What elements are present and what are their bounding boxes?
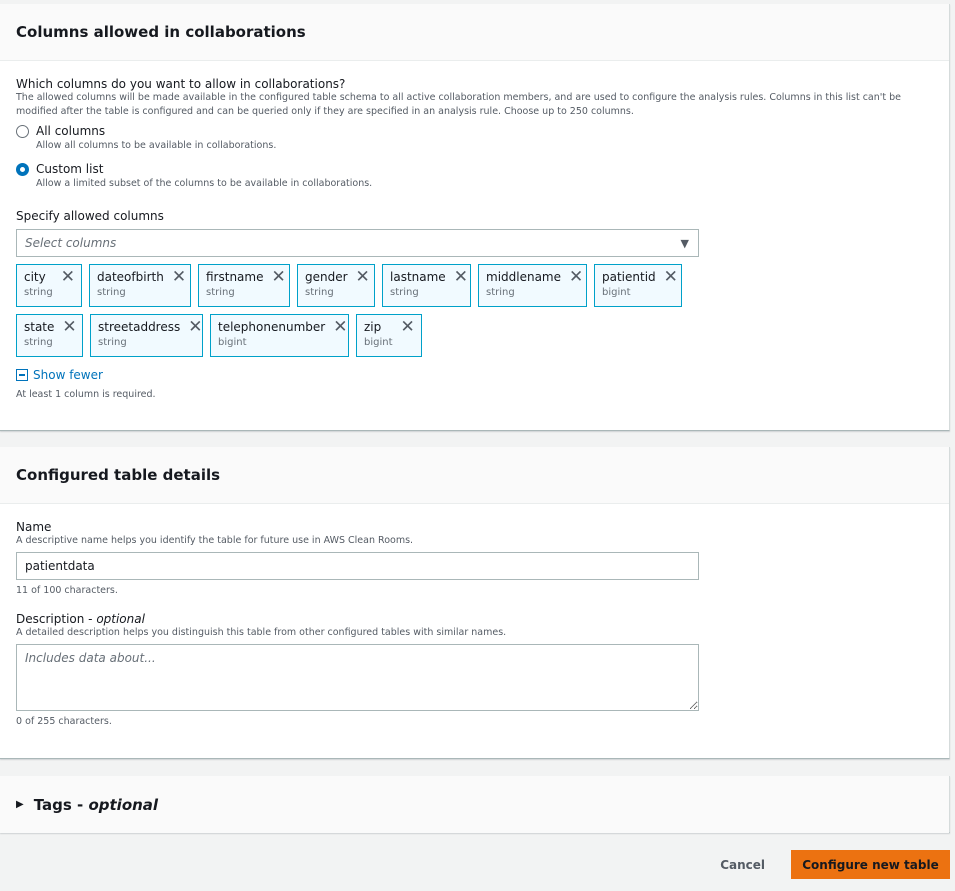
token-type: bigint xyxy=(364,337,393,348)
columns-panel-header: Columns allowed in collaborations xyxy=(0,4,949,61)
remove-lastname-close-icon[interactable]: ✕ xyxy=(454,269,468,286)
column-token-list: city string ✕ dateofbirth string ✕ firstna… xyxy=(16,264,706,364)
remove-patientid-close-icon[interactable]: ✕ xyxy=(664,269,678,286)
description-desc: A detailed description helps you disting… xyxy=(16,627,507,638)
token-type: string xyxy=(24,287,53,298)
token-name: dateofbirth xyxy=(97,270,164,284)
token-name: city xyxy=(24,270,46,284)
token-name: zip xyxy=(364,320,382,334)
column-token-middlename: middlename string ✕ xyxy=(478,264,587,307)
token-name: gender xyxy=(305,270,348,284)
radio-all-columns-label: All columns xyxy=(36,124,106,138)
details-panel-body: Name A descriptive name helps you identi… xyxy=(0,504,949,729)
specify-columns-label: Specify allowed columns xyxy=(16,209,164,223)
token-name: telephonenumber xyxy=(218,320,326,334)
column-token-lastname: lastname string ✕ xyxy=(382,264,471,307)
column-token-city: city string ✕ xyxy=(16,264,82,307)
radio-custom-list-control[interactable] xyxy=(16,163,29,176)
name-char-count: 11 of 100 characters. xyxy=(16,585,118,596)
token-type: string xyxy=(97,287,126,298)
form-actions: Cancel Configure new table xyxy=(720,850,950,879)
tags-title-text: Tags - xyxy=(33,795,89,814)
name-input[interactable] xyxy=(16,552,699,580)
radio-custom-list-desc: Allow a limited subset of the columns to… xyxy=(36,178,373,189)
column-token-zip: zip bigint ✕ xyxy=(356,314,422,357)
remove-gender-close-icon[interactable]: ✕ xyxy=(356,269,370,286)
radio-all-columns-text: All columns Allow all columns to be avai… xyxy=(36,123,276,153)
column-token-gender: gender string ✕ xyxy=(297,264,375,307)
remove-telephonenumber-close-icon[interactable]: ✕ xyxy=(333,319,347,336)
description-optional: optional xyxy=(96,612,145,626)
remove-city-close-icon[interactable]: ✕ xyxy=(61,269,75,286)
select-columns-placeholder: Select columns xyxy=(25,236,117,250)
column-token-firstname: firstname string ✕ xyxy=(198,264,290,307)
caret-right-icon: ▶ xyxy=(16,799,24,810)
radio-custom-list-text: Custom list Allow a limited subset of th… xyxy=(36,161,372,191)
token-name: state xyxy=(24,320,55,334)
name-label: Name xyxy=(16,520,52,534)
collapse-minus-icon xyxy=(16,369,28,381)
column-token-patientid: patientid bigint ✕ xyxy=(594,264,682,307)
radio-all-columns[interactable]: All columns Allow all columns to be avai… xyxy=(16,123,933,153)
column-token-dateofbirth: dateofbirth string ✕ xyxy=(89,264,191,307)
columns-question: Which columns do you want to allow in co… xyxy=(16,77,346,91)
token-type: bigint xyxy=(218,337,247,348)
token-type: string xyxy=(486,287,515,298)
remove-middlename-close-icon[interactable]: ✕ xyxy=(569,269,583,286)
token-type: string xyxy=(206,287,235,298)
tags-title: Tags - optional xyxy=(34,796,158,814)
description-char-count: 0 of 255 characters. xyxy=(16,716,112,727)
remove-dateofbirth-close-icon[interactable]: ✕ xyxy=(172,269,186,286)
radio-custom-list[interactable]: Custom list Allow a limited subset of th… xyxy=(16,161,933,191)
token-name: firstname xyxy=(206,270,264,284)
description-label: Description - optional xyxy=(16,612,933,626)
cancel-button[interactable]: Cancel xyxy=(720,858,765,872)
token-name: streetaddress xyxy=(98,320,181,334)
remove-state-close-icon[interactable]: ✕ xyxy=(62,319,76,336)
details-panel-title: Configured table details xyxy=(16,466,221,484)
columns-panel-body: Which columns do you want to allow in co… xyxy=(0,61,949,402)
columns-panel-title: Columns allowed in collaborations xyxy=(16,23,306,41)
description-label-text: Description - xyxy=(16,612,97,626)
configure-new-table-button[interactable]: Configure new table xyxy=(791,850,950,879)
token-type: bigint xyxy=(602,287,631,298)
token-type: string xyxy=(24,337,53,348)
token-type: string xyxy=(305,287,334,298)
tags-expand-toggle[interactable]: ▶ Tags - optional xyxy=(0,776,949,833)
token-name: lastname xyxy=(390,270,446,284)
select-columns-dropdown[interactable]: Select columns ▼ xyxy=(16,229,699,257)
token-type: string xyxy=(390,287,419,298)
remove-streetaddress-close-icon[interactable]: ✕ xyxy=(188,319,202,336)
remove-zip-close-icon[interactable]: ✕ xyxy=(401,319,415,336)
token-name: patientid xyxy=(602,270,656,284)
show-fewer-label: Show fewer xyxy=(33,368,103,382)
remove-firstname-close-icon[interactable]: ✕ xyxy=(271,269,285,286)
tags-panel: ▶ Tags - optional xyxy=(0,776,950,833)
column-token-streetaddress: streetaddress string ✕ xyxy=(90,314,203,357)
tags-optional: optional xyxy=(88,795,159,814)
details-panel-header: Configured table details xyxy=(0,447,949,504)
column-token-telephonenumber: telephonenumber bigint ✕ xyxy=(210,314,349,357)
token-name: middlename xyxy=(486,270,562,284)
token-type: string xyxy=(98,337,127,348)
radio-all-columns-desc: Allow all columns to be available in col… xyxy=(36,140,277,151)
column-token-state: state string ✕ xyxy=(16,314,83,357)
name-desc: A descriptive name helps you identify th… xyxy=(16,535,414,546)
columns-question-desc: The allowed columns will be made availab… xyxy=(16,92,901,117)
radio-all-columns-control[interactable] xyxy=(16,125,29,138)
table-details-panel: Configured table details Name A descript… xyxy=(0,447,950,759)
radio-custom-list-label: Custom list xyxy=(36,162,104,176)
column-requirement-text: At least 1 column is required. xyxy=(16,389,156,400)
show-fewer-button[interactable]: Show fewer xyxy=(16,368,933,382)
columns-allowed-panel: Columns allowed in collaborations Which … xyxy=(0,4,950,431)
description-textarea[interactable] xyxy=(16,644,699,711)
caret-down-icon: ▼ xyxy=(680,236,689,250)
